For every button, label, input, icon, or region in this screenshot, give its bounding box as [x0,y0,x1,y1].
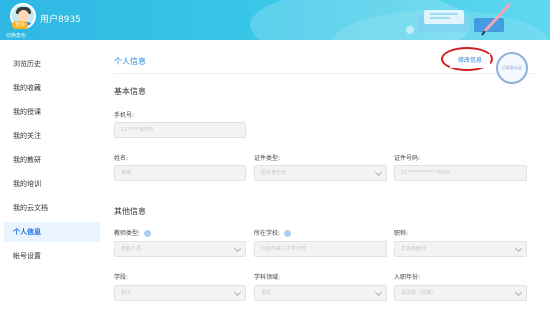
sidebar-item-training[interactable]: 我的培训 [4,174,100,194]
chevron-down-icon [233,244,242,253]
job-title-label: 职称: [394,230,409,237]
entry-year-label: 入职年份: [394,274,421,281]
school-label: 所在学校: [254,228,292,237]
sidebar-item-following[interactable]: 我的关注 [4,126,100,146]
info-icon[interactable] [144,230,152,237]
edit-info-button[interactable]: 修改信息 [450,54,490,68]
school-label-text: 所在学校: [254,230,281,237]
section-basic-heading: 基本信息 [114,87,146,96]
chevron-down-icon [233,288,242,297]
sidebar-item-account-settings[interactable]: 帐号设置 [4,246,100,266]
id-type-select[interactable]: 居民身份证 [254,165,387,181]
id-type-label: 证件类型: [254,155,281,162]
sidebar-item-teaching[interactable]: 我的授课 [4,102,100,122]
subject-label: 学科领域: [254,274,281,281]
teacher-type-label: 教师类型: [114,228,152,237]
top-header: 老师 用户8935 切换角色 [0,0,550,40]
chevron-down-icon [374,168,383,177]
teacher-type-value: 教职人员 [121,246,142,252]
id-type-value: 居民身份证 [261,170,287,176]
verified-stamp-icon: 已实名认证 [496,52,528,84]
subject-select[interactable]: 语文 [254,285,387,301]
page-title: 个人信息 [114,57,146,66]
name-field[interactable]: 易晴 [114,165,246,181]
phone-field[interactable]: 137****8935 [114,122,246,138]
username: 用户8935 [40,15,81,25]
role-badge: 老师 [12,21,29,29]
stage-label: 学段: [114,274,129,281]
sidebar-item-personal-info[interactable]: 个人信息 [4,222,100,242]
info-icon[interactable] [284,230,292,237]
job-title-value: 正高级教师 [401,246,427,252]
school-field[interactable]: 北京市第二中学分校 [254,241,387,257]
name-label: 姓名: [114,155,129,162]
sidebar-item-cloud-docs[interactable]: 我的云文档 [4,198,100,218]
main-panel: 个人信息 修改信息 已实名认证 基本信息 手机号: 137****8935 姓名… [104,46,546,332]
entry-year-select[interactable]: 请选择（选填） [394,285,527,301]
phone-label: 手机号: [114,112,135,119]
job-title-select[interactable]: 正高级教师 [394,241,527,257]
sidebar-item-history[interactable]: 浏览历史 [4,54,100,74]
teacher-type-select[interactable]: 教职人员 [114,241,246,257]
switch-role-link[interactable]: 切换角色 [6,32,26,39]
id-number-label: 证件号码: [394,155,421,162]
stage-value: 初中 [121,290,132,296]
sidebar-item-favorites[interactable]: 我的收藏 [4,78,100,98]
chevron-down-icon [514,244,523,253]
entry-year-value: 请选择（选填） [401,290,437,296]
chevron-down-icon [514,288,523,297]
id-number-field[interactable]: 11************0015 [394,165,527,181]
stage-select[interactable]: 初中 [114,285,246,301]
book-pen-illustration [406,2,512,36]
teacher-type-label-text: 教师类型: [114,230,141,237]
sidebar-item-research[interactable]: 我的教研 [4,150,100,170]
sidebar-nav: 浏览历史 我的收藏 我的授课 我的关注 我的教研 我的培训 我的云文档 个人信息… [4,46,100,332]
section-other-heading: 其他信息 [114,207,146,216]
chevron-down-icon [374,288,383,297]
title-divider [114,73,534,74]
subject-value: 语文 [261,290,272,296]
